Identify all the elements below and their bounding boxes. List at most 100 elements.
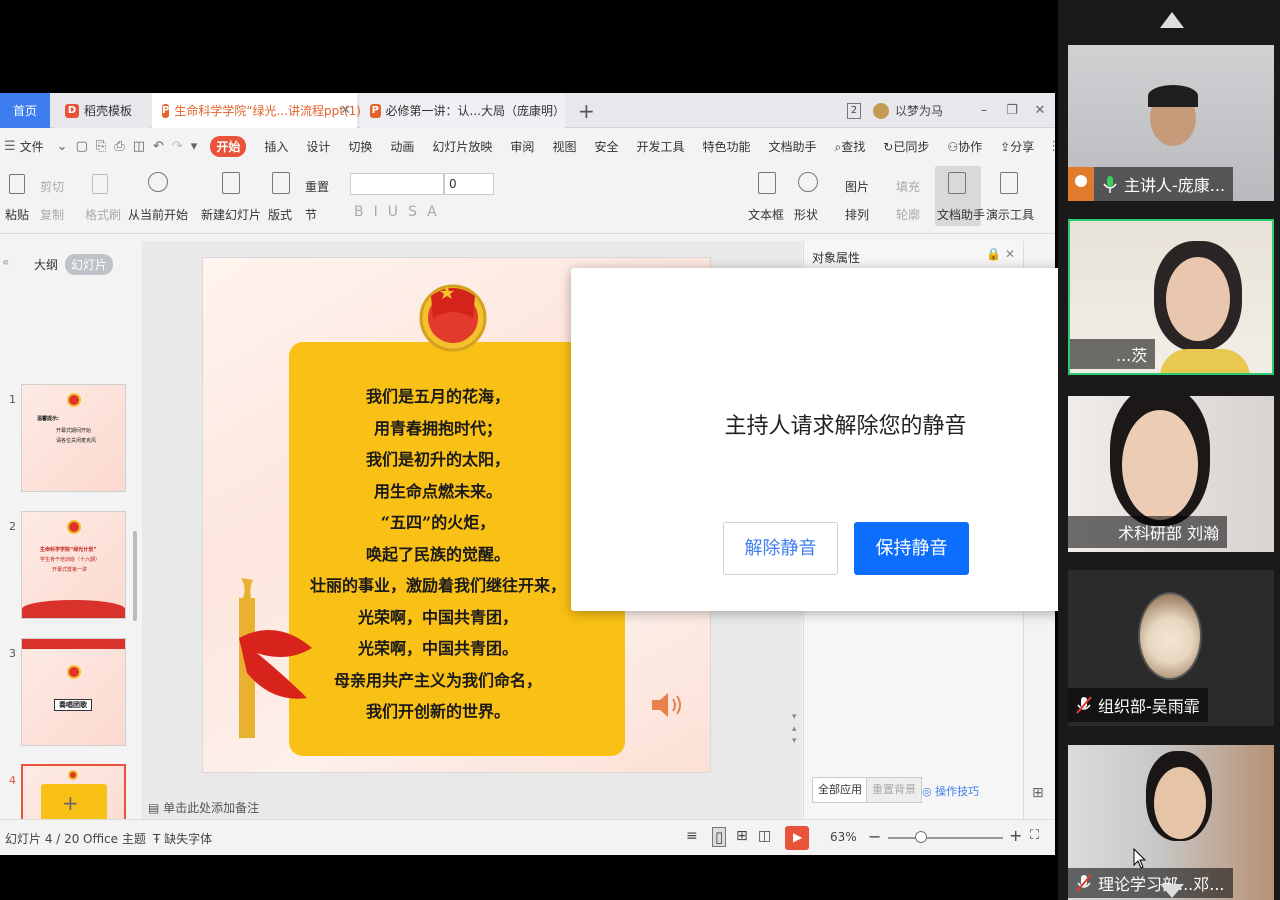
- thumbnail-scrollbar[interactable]: [133, 531, 137, 621]
- fit-window-icon[interactable]: ⛶: [1030, 828, 1039, 843]
- keep-muted-button[interactable]: 保持静音: [854, 522, 969, 575]
- cut-button[interactable]: 剪切: [40, 178, 64, 195]
- grid-icon[interactable]: ⊞: [1032, 785, 1044, 801]
- menu-collab[interactable]: ⚇协作: [947, 138, 982, 155]
- tab-document-1[interactable]: P 生命科学学院“绿光...讲流程ppt(1) ✕: [152, 93, 361, 128]
- menu-security[interactable]: 安全: [594, 138, 618, 155]
- participant-video[interactable]: 组织部-吴雨霏: [1068, 570, 1274, 726]
- format-painter-icon[interactable]: [92, 174, 108, 194]
- slide-thumbnail-3[interactable]: 奏唱团歌: [21, 638, 126, 746]
- fill-button[interactable]: 填充: [896, 178, 920, 195]
- menu-view[interactable]: 视图: [552, 138, 576, 155]
- menu-share[interactable]: ⇪分享: [1000, 138, 1034, 155]
- paste-button[interactable]: 粘贴: [5, 206, 29, 223]
- more-icon[interactable]: ⋮: [1047, 139, 1055, 154]
- apply-all-button[interactable]: 全部应用: [812, 777, 868, 803]
- reset-background-button[interactable]: 重置背景: [866, 777, 922, 803]
- menu-file[interactable]: 文件: [20, 138, 44, 155]
- reading-view-icon[interactable]: ◫: [758, 828, 771, 844]
- participant-video[interactable]: ...茨: [1068, 219, 1274, 375]
- tab-templates[interactable]: D 稻壳模板: [55, 93, 150, 128]
- print-icon[interactable]: ⎙: [114, 139, 124, 154]
- shape-button[interactable]: 形状: [794, 206, 818, 223]
- close-icon[interactable]: 🔒 ✕: [986, 247, 1015, 261]
- zoom-in-icon[interactable]: +: [1009, 826, 1022, 845]
- canvas-scroll-arrows[interactable]: ▾ ▴ ▾: [792, 711, 797, 747]
- play-slideshow-button[interactable]: ▶: [785, 826, 809, 850]
- menu-review[interactable]: 审阅: [510, 138, 534, 155]
- present-tools-button[interactable]: 演示工具: [986, 206, 1034, 223]
- notes-area[interactable]: ▤ 单击此处添加备注: [148, 799, 259, 816]
- avatar[interactable]: [872, 102, 889, 119]
- restore-icon[interactable]: ❐: [999, 103, 1025, 118]
- menu-home[interactable]: 开始: [210, 135, 247, 157]
- shape-icon[interactable]: [798, 172, 818, 192]
- font-size-field[interactable]: 0: [444, 173, 494, 195]
- arrange-button[interactable]: 排列: [845, 206, 869, 223]
- new-slide-icon[interactable]: [222, 172, 240, 194]
- from-current-button[interactable]: 从当前开始: [128, 206, 188, 223]
- menu-developer[interactable]: 开发工具: [636, 138, 684, 155]
- menu-slideshow[interactable]: 幻灯片放映: [432, 138, 492, 155]
- menu-transitions[interactable]: 切换: [348, 138, 372, 155]
- quick-access-dropdown-icon[interactable]: ▾: [191, 139, 198, 154]
- window-count-badge[interactable]: 2: [846, 102, 861, 119]
- zoom-slider[interactable]: [888, 837, 1003, 839]
- outline-button[interactable]: 轮廓: [896, 206, 920, 223]
- missing-font[interactable]: Ŧ 缺失字体: [153, 830, 212, 847]
- copy-button[interactable]: 复制: [40, 206, 64, 223]
- tab-home[interactable]: 首页: [0, 93, 50, 128]
- tips-link[interactable]: ◎ 操作技巧: [922, 783, 979, 799]
- close-window-icon[interactable]: ✕: [1027, 103, 1053, 118]
- add-slide-icon[interactable]: +: [62, 791, 79, 815]
- menu-animation[interactable]: 动画: [390, 138, 414, 155]
- tab-slides[interactable]: 幻灯片: [65, 254, 114, 275]
- normal-view-icon[interactable]: ▯: [712, 827, 727, 847]
- user-name[interactable]: 以梦为马: [895, 102, 943, 119]
- slide-thumbnail-2[interactable]: 生命科学学院“绿光计划” 学生骨干培训班（十六期） 开幕式暨第一讲: [21, 511, 126, 619]
- participant-video[interactable]: 理论学习部...邓...: [1068, 745, 1274, 900]
- close-icon[interactable]: ✕: [340, 103, 351, 118]
- hamburger-icon[interactable]: ☰: [4, 139, 16, 154]
- play-from-current-icon[interactable]: [148, 172, 168, 192]
- tab-outline[interactable]: 大纲: [28, 254, 64, 275]
- minimize-icon[interactable]: –: [971, 103, 997, 118]
- zoom-level[interactable]: 63%: [830, 830, 857, 844]
- format-painter-button[interactable]: 格式刷: [85, 206, 121, 223]
- layout-button[interactable]: 版式: [268, 206, 292, 223]
- doc-helper-icon[interactable]: [948, 172, 966, 194]
- add-tab-icon[interactable]: +: [578, 99, 595, 123]
- theme-name[interactable]: Office 主题: [83, 830, 146, 847]
- collapse-panel-icon[interactable]: «: [2, 255, 9, 269]
- unmute-button[interactable]: 解除静音: [723, 522, 838, 575]
- participant-video[interactable]: 主讲人-庞康...: [1068, 45, 1274, 201]
- save-icon[interactable]: ▢: [76, 139, 88, 154]
- font-name-field[interactable]: [350, 173, 444, 195]
- new-slide-button[interactable]: 新建幻灯片: [201, 206, 261, 223]
- paste-icon[interactable]: [9, 174, 25, 194]
- menu-doc-assistant[interactable]: 文档助手: [769, 138, 817, 155]
- notes-toggle-icon[interactable]: ≡: [686, 828, 698, 844]
- tab-document-2[interactable]: P 必修第一讲：认...大局（庞康明）: [360, 93, 565, 128]
- picture-button[interactable]: 图片: [845, 178, 869, 195]
- layout-icon[interactable]: [272, 172, 290, 194]
- preview-icon[interactable]: ◫: [133, 139, 145, 154]
- export-icon[interactable]: ⎘: [96, 139, 106, 154]
- reset-button[interactable]: 重置: [305, 178, 329, 195]
- slide-thumbnail-1[interactable]: 温馨提示: 开幕式期间开始 请各位关闭麦克风: [21, 384, 126, 492]
- menu-features[interactable]: 特色功能: [702, 138, 750, 155]
- zoom-slider-handle[interactable]: [915, 831, 927, 843]
- scroll-down-icon[interactable]: [1160, 884, 1184, 898]
- zoom-out-icon[interactable]: −: [868, 827, 881, 846]
- menu-insert[interactable]: 插入: [264, 138, 288, 155]
- redo-icon[interactable]: ↷: [172, 139, 183, 154]
- chevron-down-icon[interactable]: ⌄: [57, 139, 68, 154]
- scroll-up-icon[interactable]: [1160, 12, 1184, 28]
- undo-icon[interactable]: ↶: [153, 139, 164, 154]
- section-button[interactable]: 节: [305, 206, 317, 223]
- font-style-buttons[interactable]: BIUSA: [354, 204, 447, 220]
- menu-design[interactable]: 设计: [306, 138, 330, 155]
- textbox-icon[interactable]: [758, 172, 776, 194]
- speaker-icon[interactable]: [650, 690, 686, 720]
- present-tools-icon[interactable]: [1000, 172, 1018, 194]
